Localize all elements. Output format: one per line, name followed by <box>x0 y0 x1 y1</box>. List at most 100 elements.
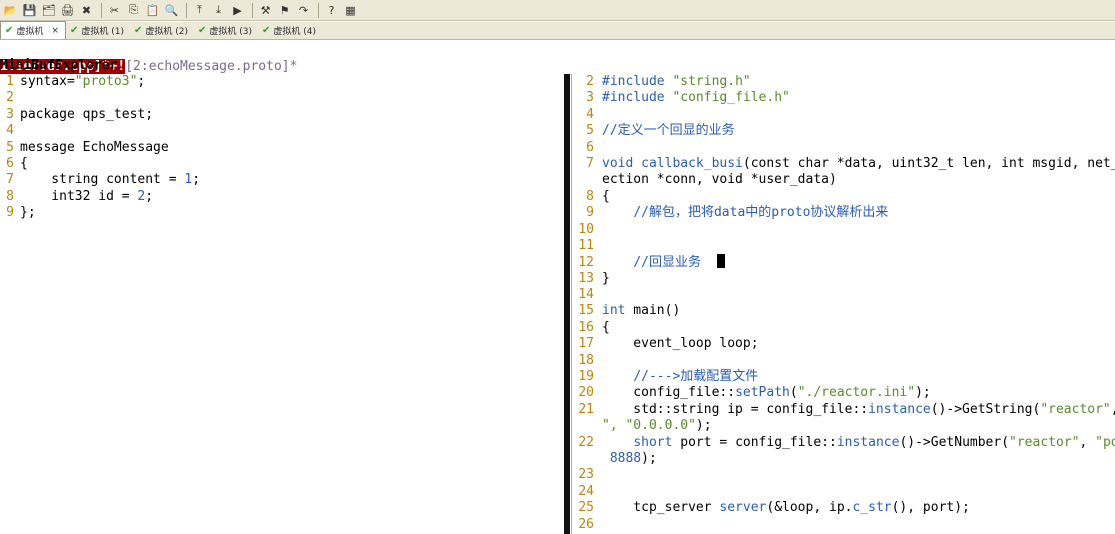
code-line: 20 config_file::setPath("./reactor.ini")… <box>578 385 1115 401</box>
line-number: 25 <box>578 500 594 516</box>
code-line: 4 <box>578 107 1115 123</box>
paste-icon[interactable]: 📋 <box>144 3 161 18</box>
tab-vm-1[interactable]: ✔ 虚拟机 (1) <box>66 22 130 39</box>
line-number: 17 <box>578 336 594 352</box>
code-token: //回显业务 <box>633 255 717 271</box>
save-all-icon[interactable]: 🗂 <box>40 3 57 18</box>
toolbar-separator <box>186 2 187 18</box>
tab-label: 虚拟机 (3) <box>209 27 252 37</box>
code-token: string content = <box>20 172 185 188</box>
cut-icon[interactable]: ✂ <box>106 3 123 18</box>
code-token: "port" <box>1095 434 1115 450</box>
editor-pane-cpp[interactable]: 2 #include "string.h" 3 #include "config_fi… <box>578 74 1115 533</box>
line-number: 5 <box>586 123 594 139</box>
open-icon[interactable]: 📂 <box>2 3 19 18</box>
copy-icon[interactable]: ⎘ <box>125 3 142 18</box>
code-line: 15 int main() <box>578 303 1115 319</box>
tab-vm-4[interactable]: ✔ 虚拟机 (4) <box>258 22 322 39</box>
code-line: 3 package qps_test; <box>0 107 560 123</box>
make-icon[interactable]: ⚒ <box>257 3 274 18</box>
load-session-icon[interactable]: ⤒ <box>191 3 208 18</box>
code-token: package qps_test; <box>20 106 154 122</box>
code-token: ); <box>915 385 931 401</box>
code-token: "config_file.h" <box>672 90 790 106</box>
code-line: 13} <box>578 271 1115 287</box>
tags-icon[interactable]: ⚑ <box>276 3 293 18</box>
code-line: 12 //回显业务 <box>578 254 1115 270</box>
minibuf-buffer-list: 1:server.cpp]*+![2:echoMessage.proto]* <box>0 41 297 74</box>
close-icon[interactable]: × <box>51 26 59 36</box>
find-help-icon[interactable]: ▦ <box>342 3 359 18</box>
code-token: main() <box>625 303 681 319</box>
code-token: setPath <box>735 385 790 401</box>
line-number: 8 <box>6 188 14 204</box>
code-token: }; <box>20 205 36 221</box>
code-token: port = config_file:: <box>672 434 837 450</box>
code-token: "string.h" <box>672 74 751 89</box>
run-script-icon[interactable]: ▶ <box>229 3 246 18</box>
line-number: 3 <box>586 90 594 106</box>
vertical-split-divider[interactable] <box>564 74 570 534</box>
check-icon: ✔ <box>133 25 143 36</box>
print-icon[interactable]: 🖨 <box>59 3 76 18</box>
vertical-split-edge <box>571 74 572 534</box>
line-number: 11 <box>578 237 594 253</box>
code-line: 10 <box>578 222 1115 238</box>
code-line: 4 <box>0 123 560 139</box>
code-token: //--->加载配置文件 <box>633 369 759 385</box>
line-number: 14 <box>578 287 594 303</box>
tab-label: 虚拟机 <box>16 27 44 37</box>
code-line: ection *conn, void *user_data) <box>578 172 1115 188</box>
code-line: 5 //定义一个回显的业务 <box>578 123 1115 139</box>
line-number: 13 <box>578 270 594 286</box>
code-token: ()->GetString( <box>930 401 1041 417</box>
check-icon: ✔ <box>69 25 79 36</box>
code-token: ()->GetNumber( <box>899 434 1010 450</box>
code-token: server <box>719 500 767 516</box>
code-token: , <box>1079 434 1096 450</box>
find-icon[interactable]: 🔍 <box>163 3 180 18</box>
help-icon[interactable]: ? <box>323 3 340 18</box>
close-icon[interactable]: ✖ <box>78 3 95 18</box>
toolbar-separator <box>101 2 102 18</box>
jump-icon[interactable]: ↷ <box>295 3 312 18</box>
code-line: ", "0.0.0.0"); <box>578 418 1115 434</box>
tab-label: 虚拟机 (2) <box>145 27 188 37</box>
line-number: 10 <box>578 221 594 237</box>
line-number: 20 <box>578 385 594 401</box>
code-token: "reactor" <box>1040 401 1111 417</box>
vm-tab-bar: ✔ 虚拟机 × ✔ 虚拟机 (1) ✔ 虚拟机 (2) ✔ 虚拟机 (3) ✔ 虚拟机 (4) <box>0 21 1115 40</box>
check-icon: ✔ <box>197 25 207 36</box>
code-token: (const char *data, uint32_t len, int msg… <box>742 155 1115 171</box>
code-token: instance <box>836 434 900 450</box>
line-number: 8 <box>586 188 594 204</box>
line-number: 7 <box>6 172 14 188</box>
save-icon[interactable]: 💾 <box>21 3 38 18</box>
text-cursor <box>716 254 725 269</box>
code-token: #include <box>602 90 673 106</box>
code-token: } <box>602 270 610 286</box>
tab-label: 虚拟机 (4) <box>273 27 317 37</box>
tab-vm-2[interactable]: ✔ 虚拟机 (2) <box>130 22 194 39</box>
save-session-icon[interactable]: ⤓ <box>210 3 227 18</box>
line-number: 23 <box>578 467 594 483</box>
line-number: 15 <box>578 303 594 319</box>
code-line: 9}; <box>0 205 560 221</box>
editor-pane-proto[interactable]: 1 syntax="proto3"; 2 3 package qps_test; 4 5 me… <box>0 74 560 222</box>
tab-vm-0[interactable]: ✔ 虚拟机 × <box>0 21 66 39</box>
line-number: 3 <box>6 106 14 122</box>
code-line: 5 message EchoMessage <box>0 140 560 156</box>
code-line: 16 { <box>578 320 1115 336</box>
tab-vm-3[interactable]: ✔ 虚拟机 (3) <box>194 22 258 39</box>
code-line: 3 #include "config_file.h" <box>578 90 1115 106</box>
code-token: ; <box>192 172 201 188</box>
buffer-tab-echomessage-proto[interactable]: [2:echoMessage.proto]* <box>125 59 297 74</box>
code-token: #include <box>602 74 673 89</box>
line-number: 7 <box>586 155 594 171</box>
code-token: //解包，把将data中的proto协议解析出来 <box>633 205 889 221</box>
code-line: 1 syntax="proto3"; <box>0 74 560 90</box>
code-line: 2 #include "string.h" <box>578 74 1115 90</box>
